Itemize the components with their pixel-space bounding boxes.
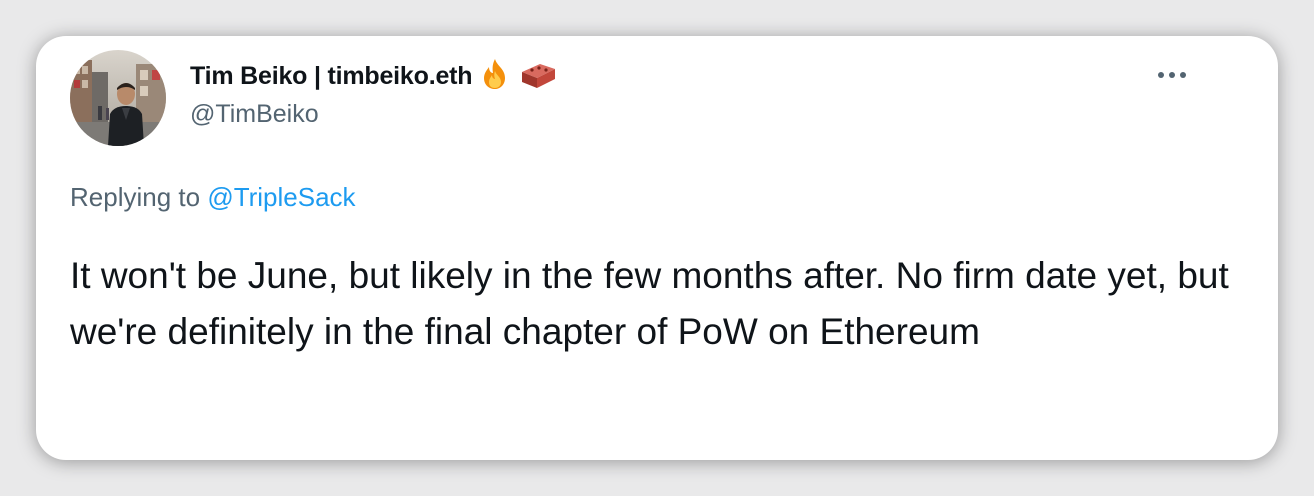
more-options-icon bbox=[1158, 72, 1186, 78]
tweet-card: Tim Beiko | timbeiko.eth @TimBeiko Reply… bbox=[36, 36, 1278, 460]
display-name[interactable]: Tim Beiko | timbeiko.eth bbox=[190, 62, 473, 91]
replying-to-mention[interactable]: @TripleSack bbox=[207, 182, 355, 212]
more-options-button[interactable] bbox=[1154, 64, 1190, 86]
display-name-row: Tim Beiko | timbeiko.eth bbox=[190, 58, 558, 94]
fire-icon bbox=[478, 57, 512, 96]
avatar-photo bbox=[70, 50, 166, 146]
avatar[interactable] bbox=[70, 50, 166, 146]
replying-to-label: Replying to bbox=[70, 182, 201, 212]
brick-icon bbox=[518, 57, 558, 96]
replying-to-line: Replying to @TripleSack bbox=[70, 182, 356, 213]
tweet-text: It won't be June, but likely in the few … bbox=[70, 255, 1229, 352]
handle[interactable]: @TimBeiko bbox=[190, 100, 319, 129]
